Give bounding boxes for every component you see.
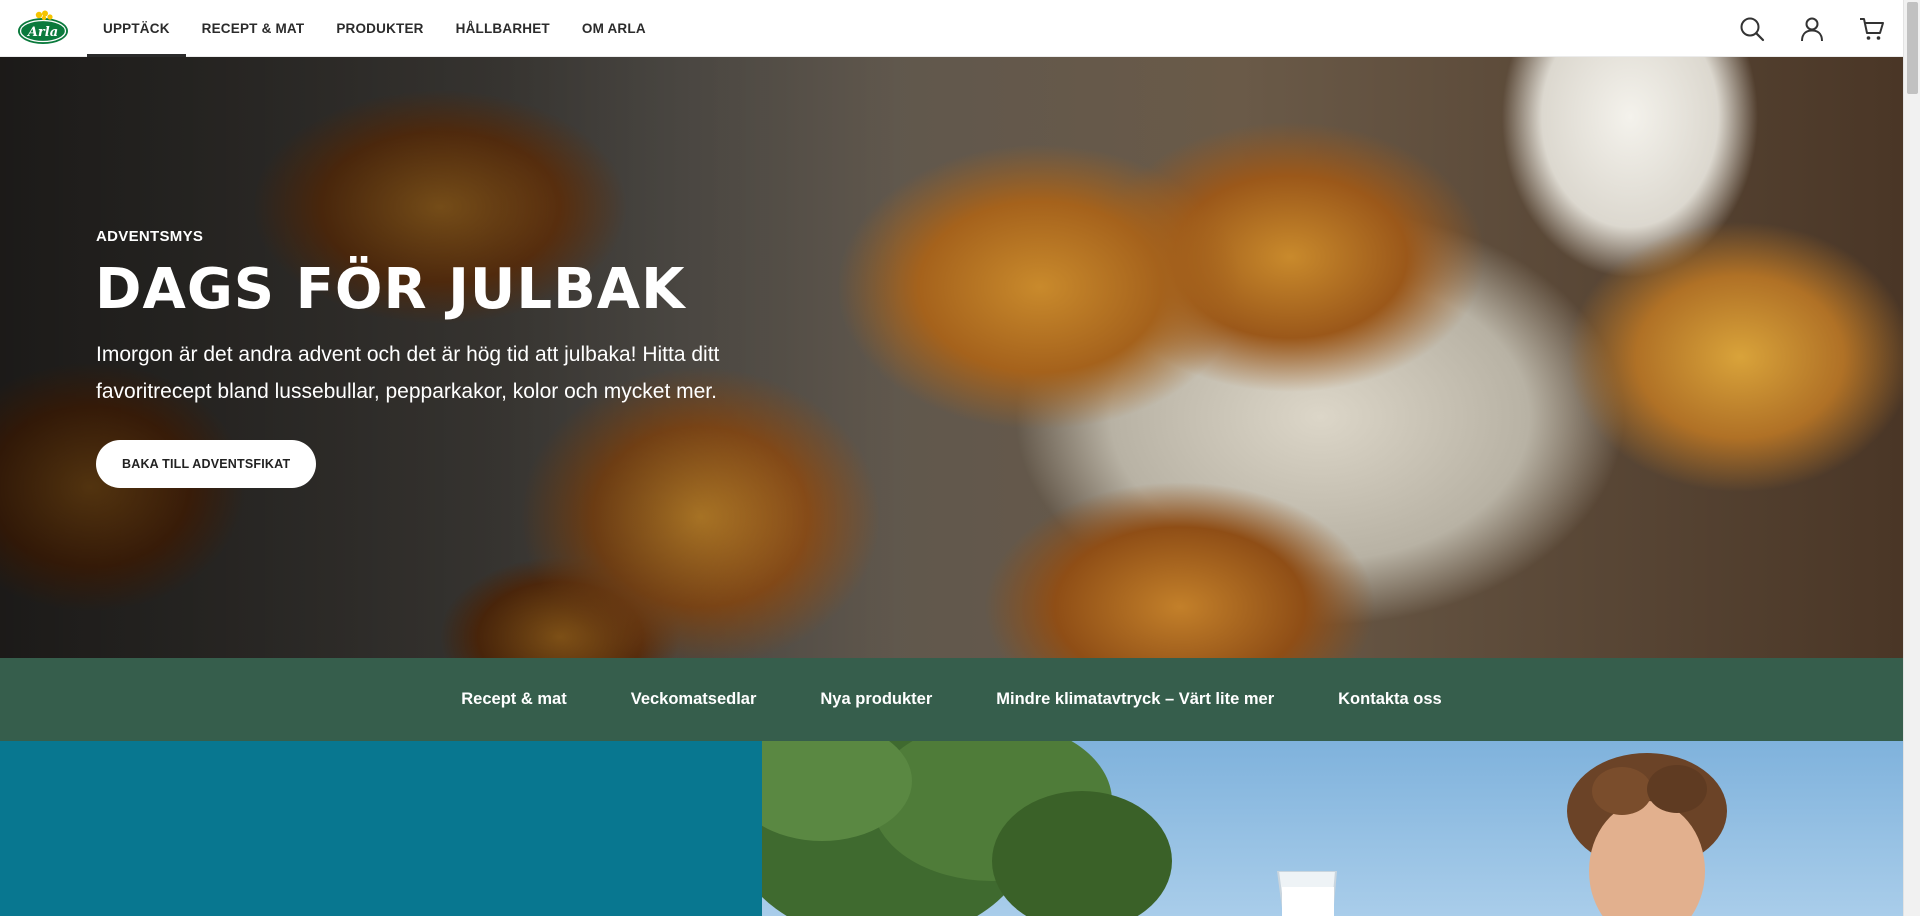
logo-text: Arla — [26, 25, 58, 40]
nav-item-om-arla[interactable]: OM ARLA — [566, 0, 662, 57]
nav-item-hallbarhet[interactable]: HÅLLBARHET — [440, 0, 566, 57]
hero-eyebrow: ADVENTSMYS — [96, 228, 204, 245]
quicklink-nya-produkter[interactable]: Nya produkter — [788, 690, 964, 709]
quicklink-recept-mat[interactable]: Recept & mat — [429, 690, 598, 709]
feature-photo — [762, 741, 1903, 916]
page-scrollbar[interactable] — [1903, 0, 1920, 916]
hero-description: Imorgon är det andra advent och det är h… — [96, 343, 720, 403]
main-nav: UPPTÄCK RECEPT & MAT PRODUKTER HÅLLBARHE… — [87, 0, 662, 57]
nav-item-upptack[interactable]: UPPTÄCK — [87, 0, 186, 57]
site-header: Arla UPPTÄCK RECEPT & MAT PRODUKTER HÅLL… — [0, 0, 1903, 57]
quicklinks-bar: Recept & mat Veckomatsedlar Nya produkte… — [0, 658, 1903, 741]
user-icon[interactable] — [1799, 16, 1825, 42]
quicklink-kontakta-oss[interactable]: Kontakta oss — [1306, 690, 1474, 709]
hero-banner: ADVENTSMYS DAGS FÖR JULBAK Imorgon är de… — [0, 57, 1903, 658]
scrollbar-thumb[interactable] — [1907, 2, 1918, 94]
search-icon[interactable] — [1739, 16, 1765, 42]
tree-illustration — [762, 741, 1172, 916]
quicklink-veckomatsedlar[interactable]: Veckomatsedlar — [599, 690, 789, 709]
nav-item-produkter[interactable]: PRODUKTER — [320, 0, 439, 57]
teal-feature-panel — [0, 741, 762, 916]
hero-title: DAGS FÖR JULBAK — [95, 257, 686, 322]
hero-cta-button[interactable]: BAKA TILL ADVENTSFIKAT — [96, 440, 317, 488]
header-actions — [1705, 0, 1903, 57]
nav-item-recept-mat[interactable]: RECEPT & MAT — [186, 0, 321, 57]
arla-logo[interactable]: Arla — [17, 9, 69, 45]
milk-glass — [1276, 871, 1338, 916]
person-photo — [1567, 753, 1727, 916]
cart-icon[interactable] — [1859, 16, 1885, 42]
quicklink-mindre-klimatavtryck[interactable]: Mindre klimatavtryck – Värt lite mer — [964, 690, 1306, 709]
